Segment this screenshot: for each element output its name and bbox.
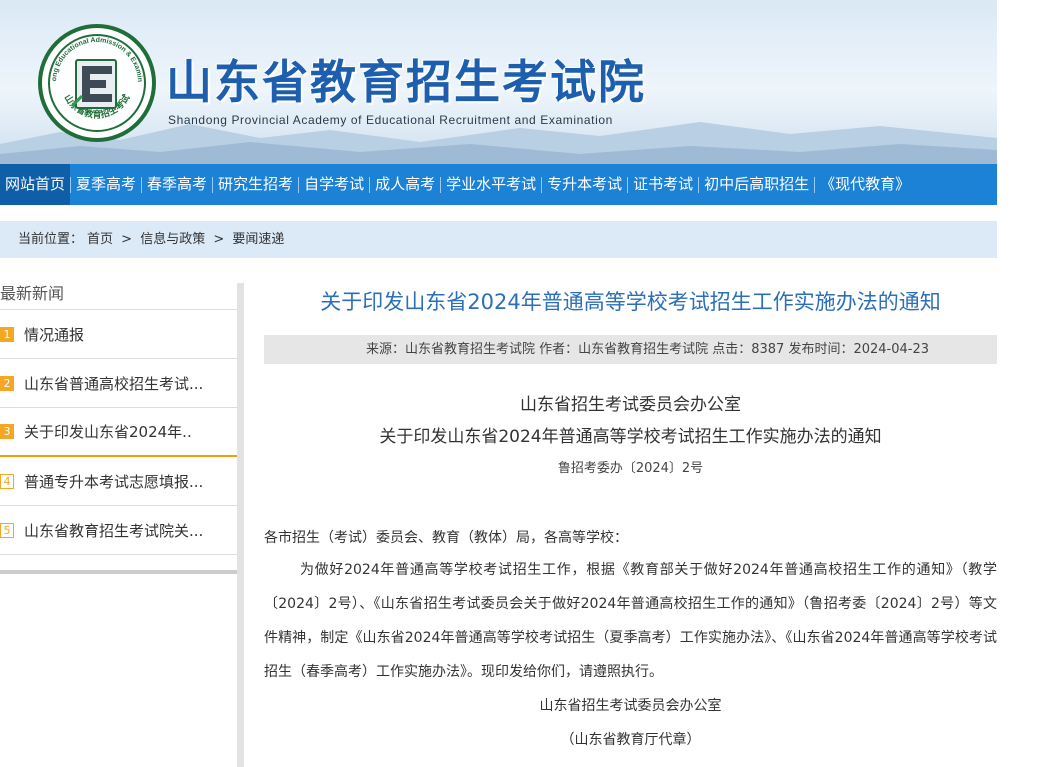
- site-title: 山东省教育招生考试院: [166, 55, 646, 109]
- nav-item-certificate-exam[interactable]: 证书考试: [628, 164, 698, 205]
- nav-item-modern-education[interactable]: 《现代教育》: [815, 164, 915, 205]
- sidebar-heading: 最新新闻: [0, 283, 237, 310]
- breadcrumb-policy[interactable]: 信息与政策: [140, 232, 205, 247]
- sidebar-news-item[interactable]: 3 关于印发山东省2024年..: [0, 408, 237, 457]
- document-signature-sub: （山东省教育厅代章）: [560, 732, 701, 748]
- nav-item-adult-exam[interactable]: 成人高考: [370, 164, 440, 205]
- document-number: 鲁招考委办〔2024〕2号: [557, 461, 704, 476]
- site-subtitle: Shandong Provincial Academy of Education…: [168, 113, 613, 127]
- nav-item-home[interactable]: 网站首页: [0, 164, 71, 205]
- breadcrumb-prefix: 当前位置：: [18, 232, 84, 247]
- document-body: 为做好2024年普通高等学校考试招生工作，根据《教育部关于做好2024年普通高校…: [264, 562, 997, 680]
- site-logo[interactable]: Shandong Educational Admission & Examina…: [38, 24, 156, 142]
- document-salutation: 各市招生（考试）委员会、教育（教体）局，各高等学校：: [264, 530, 628, 546]
- nav-item-graduate-exam[interactable]: 研究生招考: [213, 164, 298, 205]
- nav-item-vocational-enroll[interactable]: 初中后高职招生: [699, 164, 814, 205]
- article-title: 关于印发山东省2024年普通高等学校考试招生工作实施办法的通知: [320, 290, 941, 314]
- breadcrumb-separator: >: [121, 232, 133, 247]
- logo-e-icon: [72, 59, 117, 109]
- sidebar-bottom-rule: [0, 570, 237, 574]
- nav-item-upgrade-exam[interactable]: 专升本考试: [542, 164, 627, 205]
- document-signature-org: 山东省招生考试委员会办公室: [539, 698, 722, 714]
- news-link[interactable]: 情况通报: [24, 324, 84, 345]
- document-issuer: 山东省招生考试委员会办公室: [520, 395, 741, 415]
- nav-item-proficiency-exam[interactable]: 学业水平考试: [441, 164, 541, 205]
- sidebar-news-item[interactable]: 5 山东省教育招生考试院关...: [0, 506, 237, 555]
- news-rank-badge: 1: [0, 326, 14, 342]
- news-link[interactable]: 普通专升本考试志愿填报...: [24, 471, 203, 492]
- breadcrumb-separator: >: [213, 232, 225, 247]
- main-nav: 网站首页 夏季高考 春季高考 研究生招考 自学考试 成人高考 学业水平考试 专升…: [0, 164, 997, 205]
- news-rank-badge: 3: [0, 424, 14, 439]
- document-title: 关于印发山东省2024年普通高等学校考试招生工作实施办法的通知: [379, 427, 882, 447]
- breadcrumb-news[interactable]: 要闻速递: [232, 232, 284, 247]
- news-rank-badge: 5: [0, 522, 14, 538]
- nav-item-self-study-exam[interactable]: 自学考试: [299, 164, 369, 205]
- sidebar-news-item[interactable]: 1 情况通报: [0, 310, 237, 359]
- news-link[interactable]: 山东省教育招生考试院关...: [24, 520, 203, 541]
- header-banner: Shandong Educational Admission & Examina…: [0, 0, 997, 164]
- nav-item-summer-exam[interactable]: 夏季高考: [71, 164, 141, 205]
- sidebar-news-item[interactable]: 2 山东省普通高校招生考试...: [0, 359, 237, 408]
- sidebar-news-item[interactable]: 4 普通专升本考试志愿填报...: [0, 457, 237, 506]
- nav-item-spring-exam[interactable]: 春季高考: [142, 164, 212, 205]
- sidebar-shadow: [237, 283, 244, 767]
- news-rank-badge: 2: [0, 375, 14, 391]
- news-rank-badge: 4: [0, 473, 14, 489]
- news-link[interactable]: 山东省普通高校招生考试...: [24, 373, 203, 394]
- breadcrumb-home[interactable]: 首页: [87, 232, 113, 247]
- sidebar: 最新新闻 1 情况通报 2 山东省普通高校招生考试... 3 关于印发山东省20…: [0, 283, 244, 767]
- sidebar-news-list: 1 情况通报 2 山东省普通高校招生考试... 3 关于印发山东省2024年..…: [0, 310, 237, 555]
- news-link[interactable]: 关于印发山东省2024年..: [24, 421, 192, 442]
- article-meta: 来源：山东省教育招生考试院 作者：山东省教育招生考试院 点击：8387 发布时间…: [264, 335, 997, 364]
- breadcrumb: 当前位置： 首页 > 信息与政策 > 要闻速递: [0, 221, 997, 258]
